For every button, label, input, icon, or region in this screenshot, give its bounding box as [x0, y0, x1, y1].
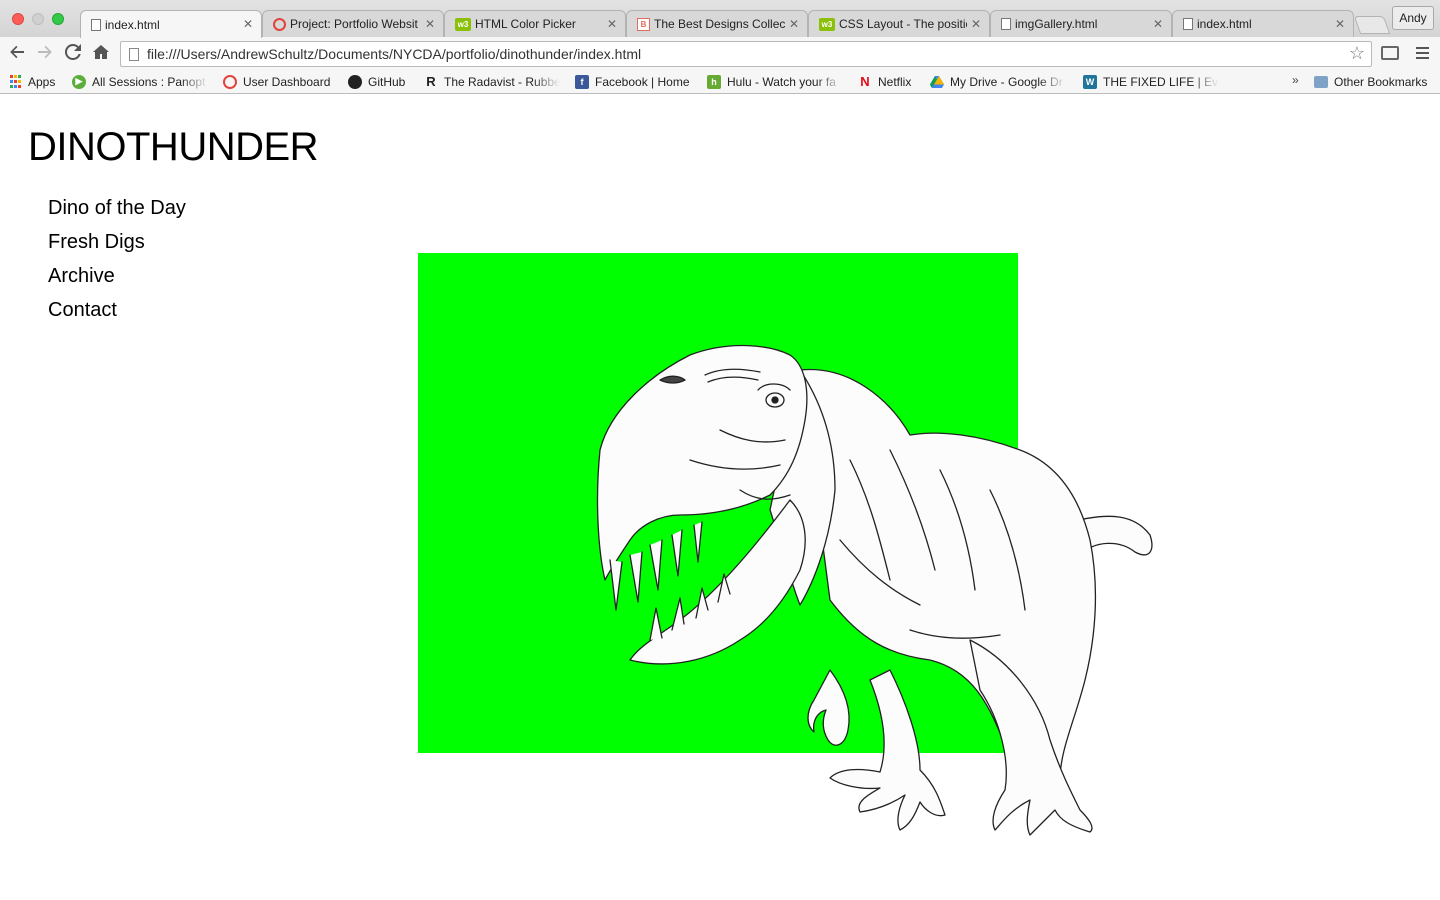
document-icon	[1001, 18, 1011, 30]
profile-button[interactable]: Andy	[1392, 6, 1434, 30]
t-rex-illustration	[596, 344, 1153, 836]
bookmark-label: Other Bookmarks	[1334, 74, 1428, 89]
tab-close-icon[interactable]: ✕	[789, 17, 799, 31]
browser-tab-strip: index.html ✕ Project: Portfolio Websit ✕…	[0, 0, 1440, 38]
new-tab-button[interactable]	[1353, 16, 1391, 34]
tab-title: CSS Layout - The positio	[839, 17, 967, 31]
bookmark-label: The Radavist - Rubbe	[444, 74, 560, 89]
bookmark-label: User Dashboard	[243, 74, 331, 89]
wordpress-icon: W	[1083, 74, 1097, 89]
back-arrow-icon[interactable]	[6, 41, 28, 63]
nav-link-archive[interactable]: Archive	[48, 263, 186, 297]
bookmark-label: My Drive - Google Dr	[950, 74, 1063, 89]
page-viewport: DINOTHUNDER Dino of the Day Fresh Digs A…	[0, 95, 1440, 900]
folder-icon	[1314, 75, 1328, 88]
radavist-icon: R	[426, 74, 436, 89]
address-bar[interactable]: file:///Users/AndrewSchultz/Documents/NY…	[120, 41, 1372, 67]
w3schools-icon: w3	[819, 17, 835, 31]
menu-icon[interactable]	[1416, 47, 1429, 59]
bookmark-star-icon[interactable]: ☆	[1349, 43, 1365, 64]
site-nav: Dino of the Day Fresh Digs Archive Conta…	[48, 195, 186, 331]
panopto-icon: ▶	[72, 74, 86, 89]
bookmark-apps[interactable]: Apps	[8, 73, 55, 90]
bookmark-label: All Sessions : Panopt	[92, 74, 206, 89]
bookmark-radavist[interactable]: R The Radavist - Rubbe	[424, 73, 560, 90]
facebook-icon: f	[575, 74, 589, 89]
bookmark-label: Hulu - Watch your fa	[727, 74, 836, 89]
browser-tab[interactable]: index.html ✕	[80, 10, 262, 38]
tab-title: Project: Portfolio Websit	[290, 17, 418, 31]
tab-title: imgGallery.html	[1015, 17, 1098, 31]
bookmark-label: Netflix	[878, 74, 912, 89]
browser-tab[interactable]: Project: Portfolio Websit ✕	[262, 10, 444, 37]
w3schools-icon: w3	[455, 17, 471, 31]
tab-title: index.html	[1197, 17, 1252, 31]
cast-icon[interactable]	[1381, 46, 1399, 60]
nav-link-dino-of-the-day[interactable]: Dino of the Day	[48, 195, 186, 229]
document-icon	[1183, 18, 1193, 30]
reload-icon[interactable]	[62, 41, 84, 63]
bestdesigns-icon: B	[637, 17, 650, 31]
other-bookmarks-folder[interactable]: Other Bookmarks	[1314, 73, 1427, 90]
tab-close-icon[interactable]: ✕	[1153, 17, 1163, 31]
tab-close-icon[interactable]: ✕	[971, 17, 981, 31]
site-title: DINOTHUNDER	[28, 125, 319, 169]
browser-tab[interactable]: B The Best Designs Collec ✕	[626, 10, 808, 37]
browser-toolbar: file:///Users/AndrewSchultz/Documents/NY…	[0, 37, 1440, 69]
bookmark-netflix[interactable]: N Netflix	[858, 73, 911, 90]
tab-close-icon[interactable]: ✕	[1335, 17, 1345, 31]
browser-tab[interactable]: index.html ✕	[1172, 10, 1354, 37]
browser-tab[interactable]: imgGallery.html ✕	[990, 10, 1172, 37]
tab-close-icon[interactable]: ✕	[243, 17, 253, 31]
tab-close-icon[interactable]: ✕	[607, 17, 617, 31]
tab-title: The Best Designs Collec	[654, 17, 785, 31]
bookmark-fixed-life[interactable]: W THE FIXED LIFE | Eve	[1083, 73, 1219, 90]
apps-grid-icon	[8, 75, 22, 89]
bookmark-user-dashboard[interactable]: User Dashboard	[223, 73, 330, 90]
browser-tab[interactable]: w3 CSS Layout - The positio ✕	[808, 10, 990, 37]
tab-title: HTML Color Picker	[475, 17, 576, 31]
tab-close-icon[interactable]: ✕	[425, 17, 435, 31]
bookmark-label: Facebook | Home	[595, 74, 690, 89]
window-close-button[interactable]	[12, 13, 24, 25]
window-maximize-button[interactable]	[52, 13, 64, 25]
home-icon[interactable]	[90, 41, 112, 63]
bookmark-github[interactable]: GitHub	[348, 73, 405, 90]
bookmarks-overflow-chevron[interactable]: »	[1292, 73, 1299, 87]
udemy-icon	[223, 74, 237, 89]
nav-link-contact[interactable]: Contact	[48, 297, 186, 331]
bookmark-label: THE FIXED LIFE | Eve	[1103, 74, 1219, 89]
github-icon	[348, 74, 362, 89]
nav-link-fresh-digs[interactable]: Fresh Digs	[48, 229, 186, 263]
udemy-icon	[273, 17, 286, 31]
bookmarks-bar: Apps ▶ All Sessions : Panopt User Dashbo…	[0, 69, 1440, 94]
browser-tab[interactable]: w3 HTML Color Picker ✕	[444, 10, 626, 37]
bookmark-label: GitHub	[368, 74, 406, 89]
hulu-icon: h	[707, 74, 721, 89]
bookmark-panopto[interactable]: ▶ All Sessions : Panopt	[72, 73, 208, 90]
bookmark-facebook[interactable]: f Facebook | Home	[575, 73, 690, 90]
forward-arrow-icon[interactable]	[34, 41, 56, 63]
bookmark-label: Apps	[28, 74, 56, 89]
bookmark-google-drive[interactable]: My Drive - Google Dr	[930, 73, 1066, 90]
url-text: file:///Users/AndrewSchultz/Documents/NY…	[147, 46, 642, 62]
tab-title: index.html	[105, 17, 160, 32]
bookmark-hulu[interactable]: h Hulu - Watch your fa	[707, 73, 843, 90]
google-drive-icon	[930, 75, 944, 89]
page-icon	[129, 48, 139, 61]
window-minimize-button[interactable]	[32, 13, 44, 25]
netflix-icon: N	[860, 74, 870, 89]
document-icon	[91, 18, 101, 31]
